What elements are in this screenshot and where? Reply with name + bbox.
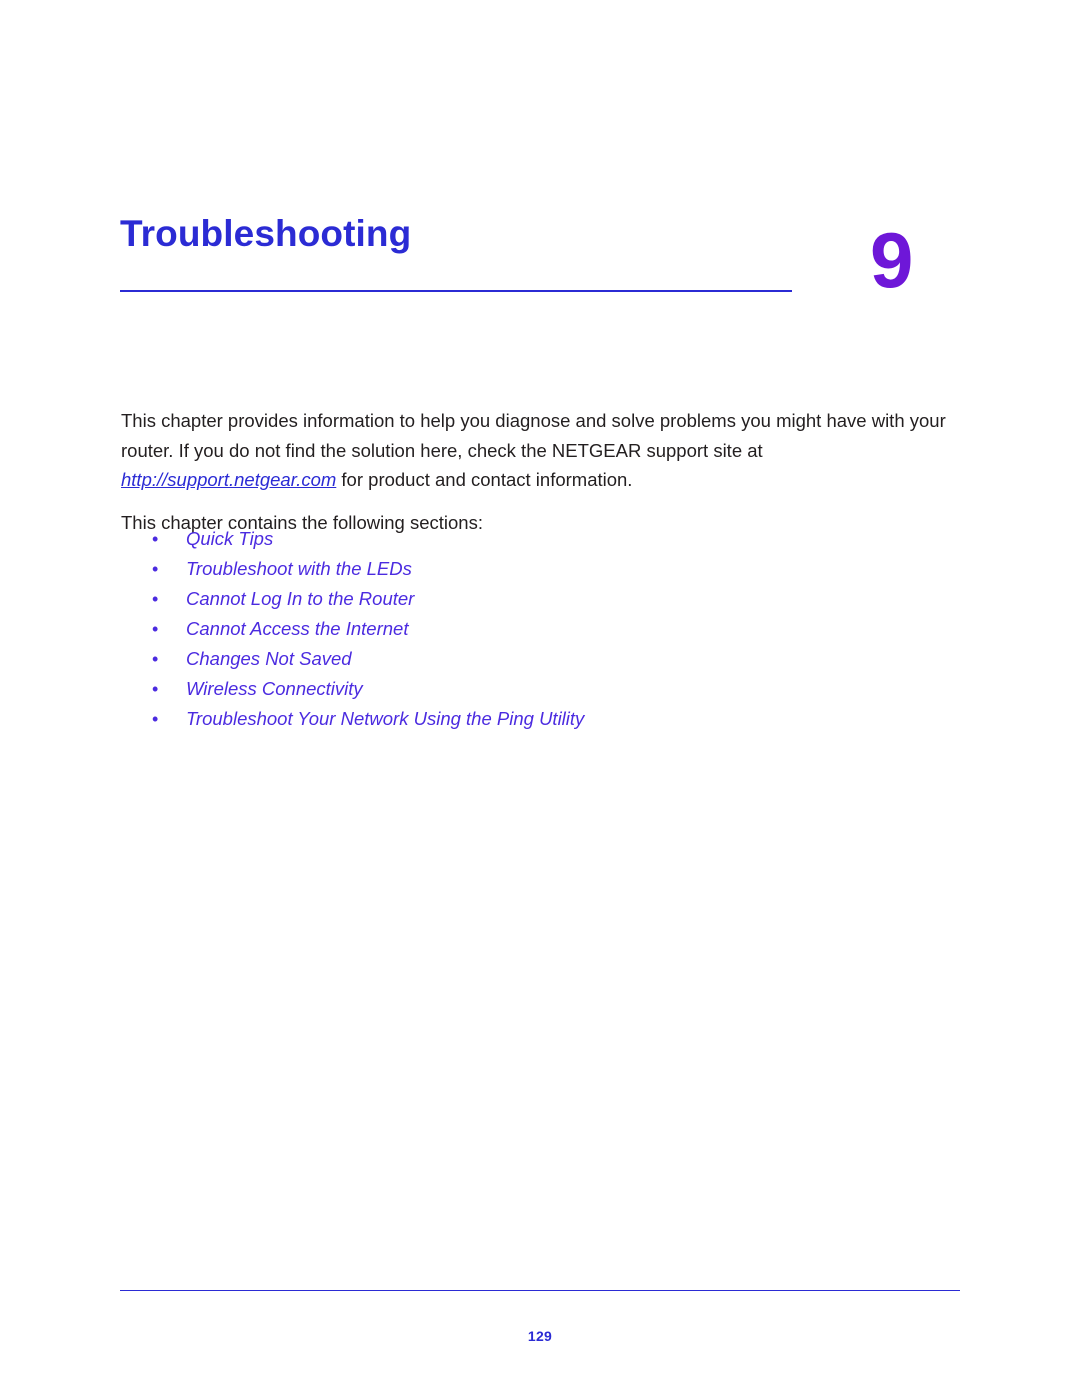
chapter-number: 9: [870, 216, 914, 304]
section-link-cannot-log-in[interactable]: Cannot Log In to the Router: [186, 588, 414, 609]
bullet-icon: •: [152, 559, 159, 579]
footer-divider: [120, 1290, 960, 1291]
page-number: 129: [527, 1328, 553, 1344]
intro-text-part2: for product and contact information.: [336, 469, 633, 490]
bullet-icon: •: [152, 709, 159, 729]
list-item[interactable]: • Troubleshoot Your Network Using the Pi…: [150, 704, 950, 734]
intro-paragraph: This chapter provides information to hel…: [121, 406, 961, 495]
section-link-wireless-connectivity[interactable]: Wireless Connectivity: [186, 678, 363, 699]
list-item[interactable]: • Changes Not Saved: [150, 644, 950, 674]
chapter-header: Troubleshooting 9: [120, 212, 960, 332]
support-site-link[interactable]: http://support.netgear.com: [121, 469, 336, 490]
section-link-changes-not-saved[interactable]: Changes Not Saved: [186, 648, 352, 669]
bullet-icon: •: [152, 649, 159, 669]
section-link-cannot-access-internet[interactable]: Cannot Access the Internet: [186, 618, 408, 639]
document-page: Troubleshooting 9 This chapter provides …: [0, 0, 1080, 1397]
section-link-ping-utility[interactable]: Troubleshoot Your Network Using the Ping…: [186, 708, 584, 729]
intro-text: This chapter provides information to hel…: [121, 406, 961, 495]
title-divider: [120, 290, 792, 292]
list-item[interactable]: • Quick Tips: [150, 524, 950, 554]
bullet-icon: •: [152, 679, 159, 699]
intro-text-part1: This chapter provides information to hel…: [121, 410, 946, 461]
list-item[interactable]: • Wireless Connectivity: [150, 674, 950, 704]
section-link-troubleshoot-leds[interactable]: Troubleshoot with the LEDs: [186, 558, 412, 579]
list-item[interactable]: • Troubleshoot with the LEDs: [150, 554, 950, 584]
section-link-list: • Quick Tips • Troubleshoot with the LED…: [150, 524, 950, 734]
bullet-icon: •: [152, 619, 159, 639]
bullet-icon: •: [152, 529, 159, 549]
bullet-icon: •: [152, 589, 159, 609]
page-title: Troubleshooting: [120, 213, 412, 254]
list-item[interactable]: • Cannot Log In to the Router: [150, 584, 950, 614]
list-item[interactable]: • Cannot Access the Internet: [150, 614, 950, 644]
section-link-quick-tips[interactable]: Quick Tips: [186, 528, 273, 549]
